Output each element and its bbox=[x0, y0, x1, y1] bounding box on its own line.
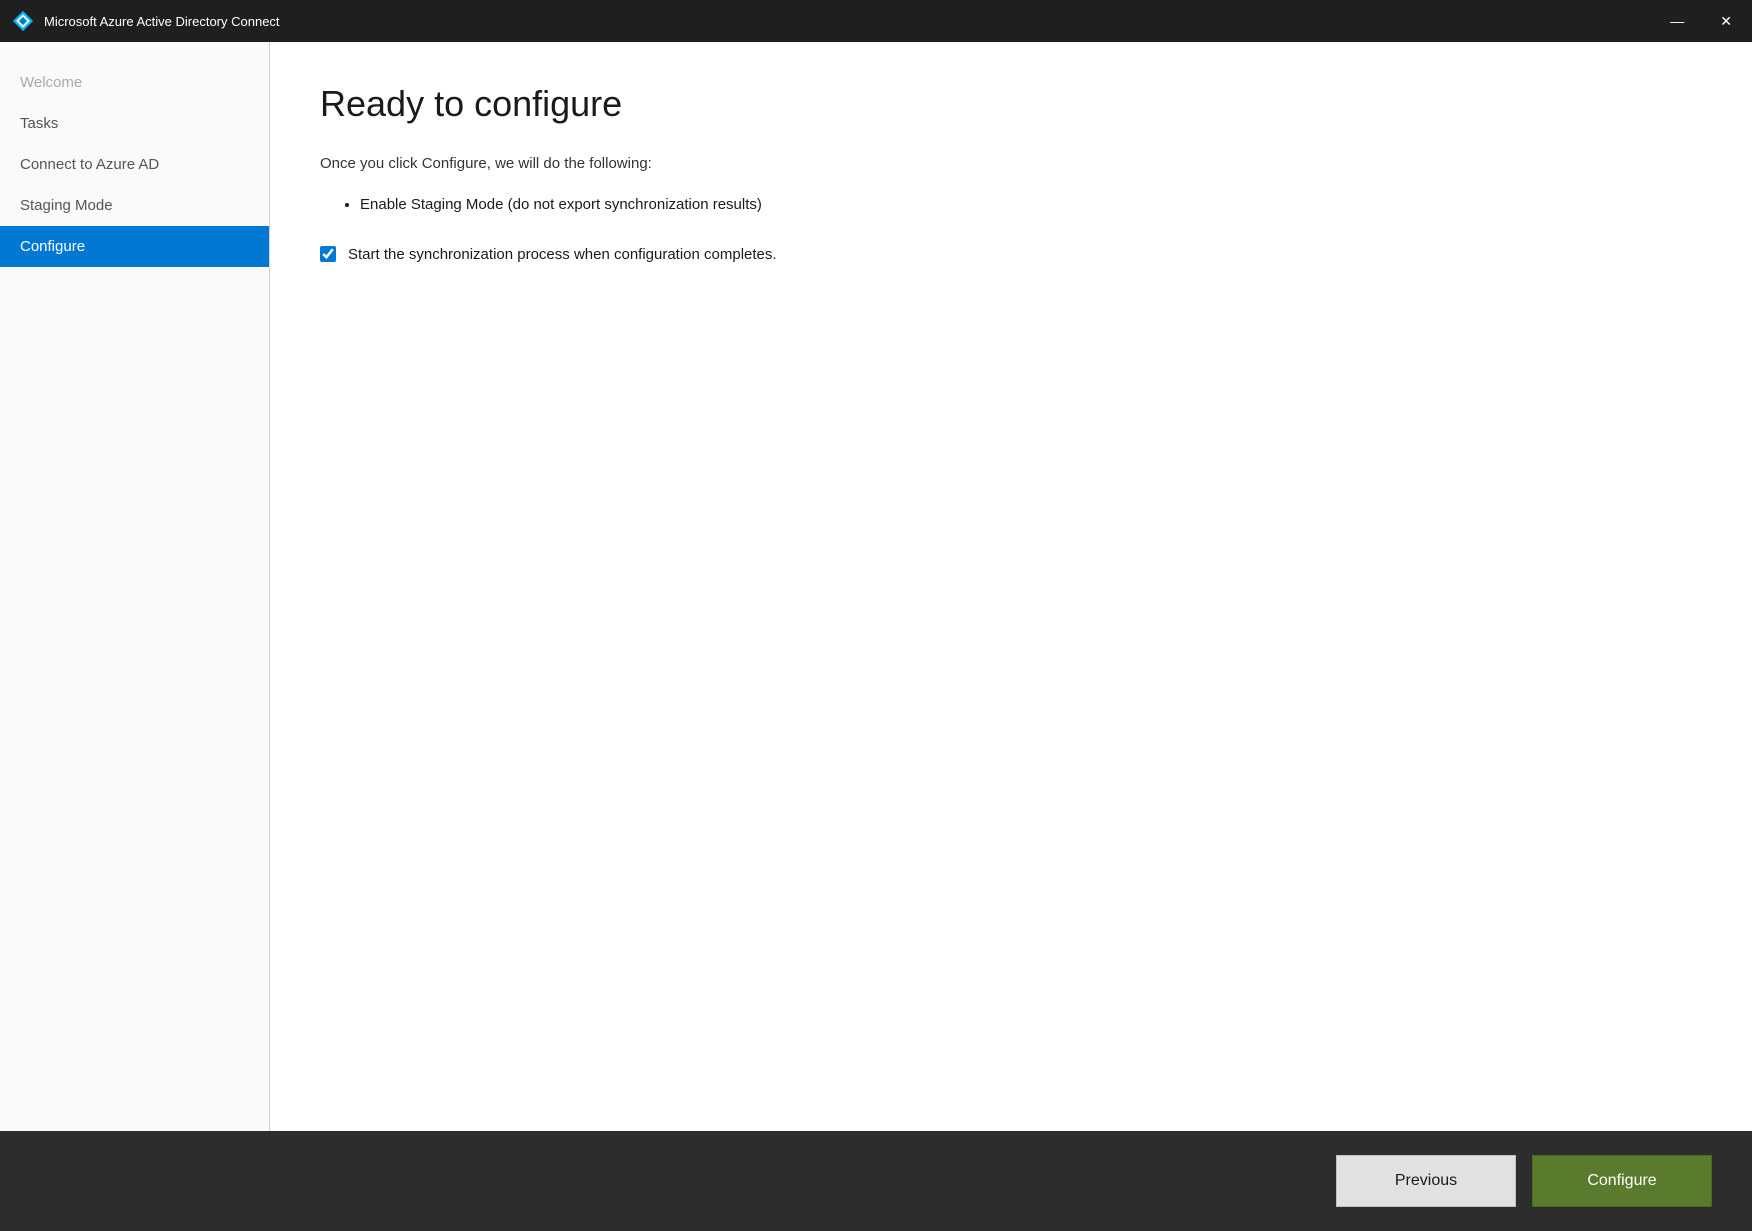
sidebar-item-connect-azure-ad[interactable]: Connect to Azure AD bbox=[0, 144, 269, 185]
configure-button[interactable]: Configure bbox=[1532, 1155, 1712, 1207]
sync-checkbox-label[interactable]: Start the synchronization process when c… bbox=[348, 244, 777, 267]
page-title: Ready to configure bbox=[320, 82, 1702, 125]
main-content: Ready to configure Once you click Config… bbox=[270, 42, 1752, 1131]
close-button[interactable]: ✕ bbox=[1712, 10, 1740, 32]
sidebar-item-welcome[interactable]: Welcome bbox=[0, 62, 269, 103]
main-window: Welcome Tasks Connect to Azure AD Stagin… bbox=[0, 42, 1752, 1231]
title-bar: Microsoft Azure Active Directory Connect… bbox=[0, 0, 1752, 42]
bullet-list: Enable Staging Mode (do not export synch… bbox=[320, 194, 1702, 217]
footer: Previous Configure bbox=[0, 1131, 1752, 1231]
minimize-button[interactable]: — bbox=[1662, 10, 1692, 32]
bullet-item-1: Enable Staging Mode (do not export synch… bbox=[360, 194, 1702, 217]
title-bar-left: Microsoft Azure Active Directory Connect bbox=[12, 10, 280, 32]
title-bar-controls: — ✕ bbox=[1662, 10, 1740, 32]
title-bar-title: Microsoft Azure Active Directory Connect bbox=[44, 14, 280, 29]
sync-checkbox[interactable] bbox=[320, 246, 336, 262]
sidebar: Welcome Tasks Connect to Azure AD Stagin… bbox=[0, 42, 270, 1131]
window-content: Welcome Tasks Connect to Azure AD Stagin… bbox=[0, 42, 1752, 1131]
sync-checkbox-row: Start the synchronization process when c… bbox=[320, 244, 1702, 267]
description-text: Once you click Configure, we will do the… bbox=[320, 153, 1702, 176]
sidebar-item-staging-mode[interactable]: Staging Mode bbox=[0, 185, 269, 226]
sidebar-item-configure[interactable]: Configure bbox=[0, 226, 269, 267]
sidebar-item-tasks[interactable]: Tasks bbox=[0, 103, 269, 144]
azure-logo-icon bbox=[12, 10, 34, 32]
previous-button[interactable]: Previous bbox=[1336, 1155, 1516, 1207]
